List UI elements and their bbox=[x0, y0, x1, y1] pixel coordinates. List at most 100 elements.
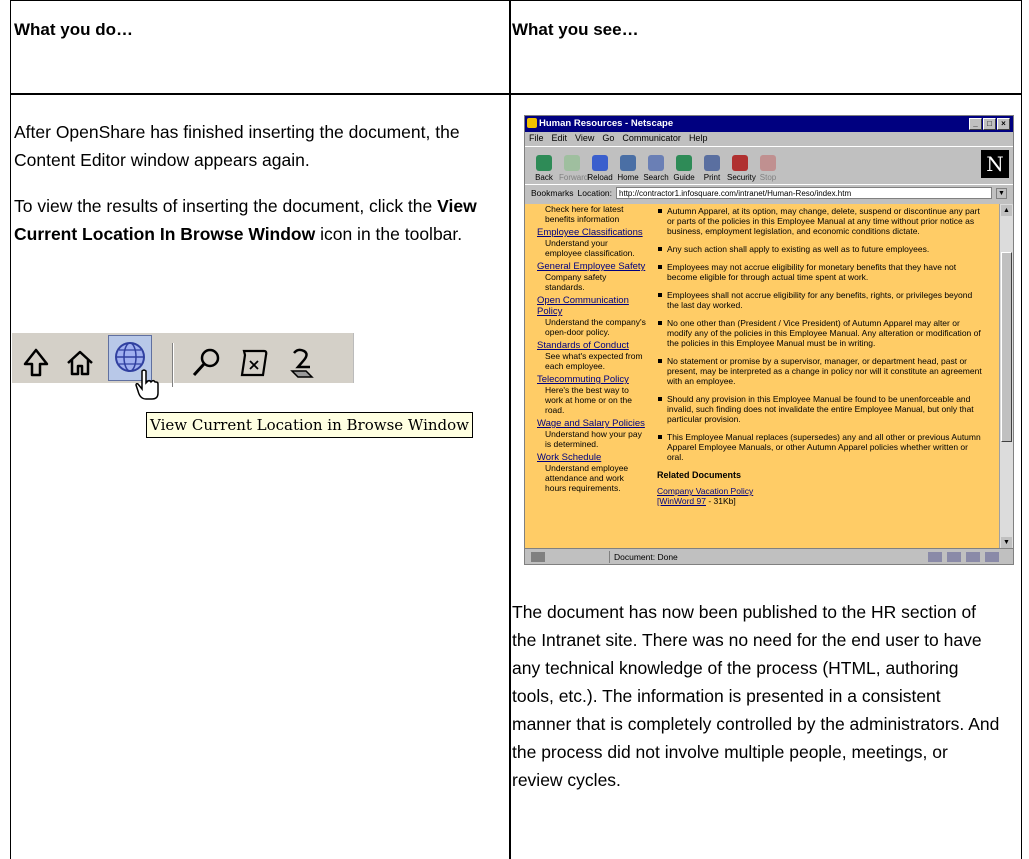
hand-cursor-icon bbox=[135, 369, 159, 400]
location-label: Location: bbox=[577, 188, 613, 198]
policy-list: Autumn Apparel, at its option, may chang… bbox=[657, 206, 983, 462]
search-icon[interactable] bbox=[188, 345, 224, 381]
file-size: - 31Kb] bbox=[705, 496, 736, 506]
sidebar-description: Company safety standards. bbox=[545, 272, 607, 292]
nav-button-search[interactable]: Search bbox=[643, 155, 669, 182]
nav-button-reload[interactable]: Reload bbox=[587, 155, 613, 182]
maximize-icon[interactable]: □ bbox=[983, 118, 996, 130]
toolbar-snippet: View Current Location in Browse Window bbox=[12, 325, 487, 460]
header-divider bbox=[11, 93, 1021, 95]
sidebar-description: See what's expected from each employee. bbox=[545, 351, 643, 371]
properties-icon[interactable] bbox=[284, 345, 320, 381]
stop-icon bbox=[760, 155, 776, 171]
nav-button-stop[interactable]: Stop bbox=[755, 155, 781, 182]
instruction-paragraph-1: After OpenShare has finished inserting t… bbox=[14, 122, 460, 170]
sidebar-link[interactable]: Telecommuting Policy bbox=[537, 374, 647, 385]
scroll-thumb[interactable] bbox=[1001, 252, 1012, 442]
status-text: Document: Done bbox=[609, 550, 909, 563]
security-lock-icon[interactable] bbox=[531, 551, 545, 562]
instruction-text: To view the results of inserting the doc… bbox=[14, 196, 438, 216]
menu-help[interactable]: Help bbox=[689, 133, 708, 145]
navigation-toolbar: Back Forward Reload Home Search Guide Print Sec… bbox=[525, 146, 1013, 184]
home-icon[interactable] bbox=[62, 345, 98, 381]
component-bar bbox=[928, 551, 999, 562]
edit-document-icon[interactable] bbox=[236, 345, 272, 381]
nav-button-label: Search bbox=[643, 173, 669, 182]
sidebar-link[interactable]: Wage and Salary Policies bbox=[537, 418, 647, 429]
menu-file[interactable]: File bbox=[529, 133, 544, 145]
page-content: Check here for latest benefits informati… bbox=[525, 204, 1001, 549]
sidebar-nav: Check here for latest benefits informati… bbox=[537, 204, 647, 495]
scroll-up-icon[interactable]: ▲ bbox=[1001, 205, 1012, 216]
nav-button-label: Security bbox=[727, 173, 756, 182]
winword-link[interactable]: [WinWord 97 bbox=[657, 496, 706, 506]
nav-button-forward[interactable]: Forward bbox=[559, 155, 588, 182]
nav-button-label: Print bbox=[703, 173, 721, 182]
policy-bullet: This Employee Manual replaces (supersede… bbox=[657, 432, 983, 462]
minimize-icon[interactable]: _ bbox=[969, 118, 982, 130]
scroll-down-icon[interactable]: ▼ bbox=[1001, 537, 1012, 548]
nav-button-back[interactable]: Back bbox=[531, 155, 557, 182]
bookmarks-button[interactable]: Bookmarks bbox=[531, 188, 574, 198]
header-what-you-do: What you do… bbox=[14, 20, 133, 39]
vertical-scrollbar[interactable]: ▲ ▼ bbox=[999, 204, 1013, 549]
sidebar-link[interactable]: Standards of Conduct bbox=[537, 340, 647, 351]
policy-bullet: Employees may not accrue eligibility for… bbox=[657, 262, 983, 282]
window-title: Human Resources - Netscape bbox=[539, 118, 674, 129]
window-controls: _ □ × bbox=[969, 118, 1010, 130]
instruction-paragraph-2: To view the results of inserting the doc… bbox=[14, 192, 484, 248]
left-column: After OpenShare has finished inserting t… bbox=[14, 118, 484, 266]
sidebar-link[interactable]: Open Communication Policy bbox=[537, 295, 647, 317]
related-document-meta: [WinWord 97 - 31Kb] bbox=[657, 496, 983, 506]
sidebar-description: Check here for latest benefits informati… bbox=[545, 204, 624, 224]
browser-titlebar: Human Resources - Netscape _ □ × bbox=[525, 116, 1013, 132]
forward-icon bbox=[564, 155, 580, 171]
related-document-link[interactable]: Company Vacation Policy bbox=[657, 486, 983, 496]
netscape-app-icon bbox=[527, 118, 537, 128]
policy-bullet: Autumn Apparel, at its option, may chang… bbox=[657, 206, 983, 236]
nav-button-print[interactable]: Print bbox=[699, 155, 725, 182]
sidebar-description: Understand employee attendance and work … bbox=[545, 463, 629, 493]
toolbar-separator bbox=[172, 343, 174, 387]
sidebar-description: Understand the company's open-door polic… bbox=[545, 317, 646, 337]
mail-icon[interactable] bbox=[947, 551, 961, 562]
menu-go[interactable]: Go bbox=[602, 133, 614, 145]
sidebar-link[interactable]: General Employee Safety bbox=[537, 261, 647, 272]
sidebar-link[interactable]: Work Schedule bbox=[537, 452, 647, 463]
url-dropdown-icon[interactable]: ▼ bbox=[996, 187, 1007, 199]
nav-button-label: Guide bbox=[673, 173, 695, 182]
tooltip: View Current Location in Browse Window bbox=[146, 412, 473, 438]
policy-bullet: No one other than (President / Vice Pres… bbox=[657, 318, 983, 348]
menu-communicator[interactable]: Communicator bbox=[622, 133, 681, 145]
nav-button-label: Reload bbox=[587, 173, 613, 182]
nav-button-security[interactable]: Security bbox=[727, 155, 756, 182]
up-arrow-icon[interactable] bbox=[18, 345, 54, 381]
url-field[interactable]: http://contractor1.infosquare.com/intran… bbox=[616, 187, 992, 199]
header-what-you-see: What you see… bbox=[512, 20, 639, 39]
sidebar-link[interactable]: Employee Classifications bbox=[537, 227, 647, 238]
nav-button-guide[interactable]: Guide bbox=[671, 155, 697, 182]
instruction-text: icon in the toolbar. bbox=[315, 224, 463, 244]
netscape-logo: N bbox=[981, 150, 1009, 178]
browser-window: Human Resources - Netscape _ □ × File Ed… bbox=[524, 115, 1014, 565]
reload-icon bbox=[592, 155, 608, 171]
nav-button-label: Back bbox=[535, 173, 553, 182]
menu-edit[interactable]: Edit bbox=[552, 133, 568, 145]
policy-bullet: Should any provision in this Employee Ma… bbox=[657, 394, 983, 424]
close-icon[interactable]: × bbox=[997, 118, 1010, 130]
sidebar-description: Understand your employee classification. bbox=[545, 238, 635, 258]
home-icon bbox=[620, 155, 636, 171]
sidebar-description: Here's the best way to work at home or o… bbox=[545, 385, 632, 415]
nav-button-home[interactable]: Home bbox=[615, 155, 641, 182]
toolbar-strip bbox=[12, 333, 354, 400]
discussion-icon[interactable] bbox=[966, 551, 980, 562]
security-icon bbox=[732, 155, 748, 171]
policy-bullet: Any such action shall apply to existing … bbox=[657, 244, 983, 254]
menu-bar: File Edit View Go Communicator Help bbox=[525, 132, 1013, 146]
status-bar: Document: Done bbox=[525, 548, 1013, 564]
print-icon bbox=[704, 155, 720, 171]
nav-button-label: Stop bbox=[759, 173, 777, 182]
menu-view[interactable]: View bbox=[575, 133, 594, 145]
composer-icon[interactable] bbox=[985, 551, 999, 562]
navigator-icon[interactable] bbox=[928, 551, 942, 562]
